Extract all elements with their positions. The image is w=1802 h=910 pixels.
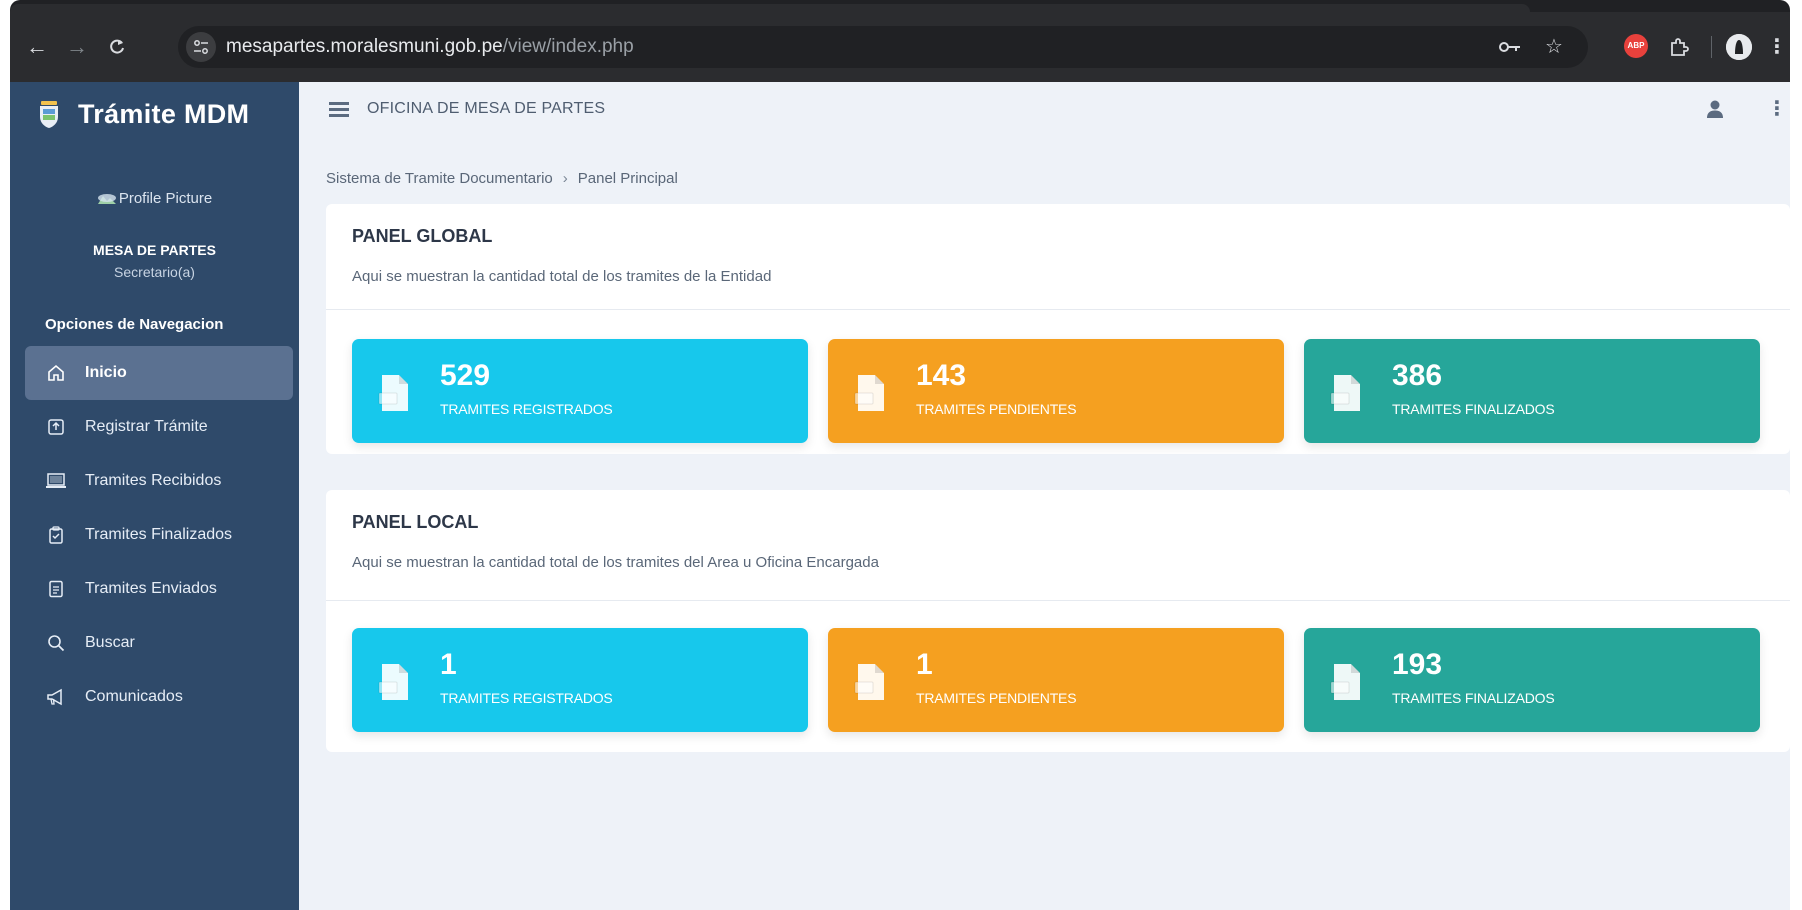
toolbar-separator	[1711, 36, 1712, 58]
sidebar-item-label: Comunicados	[85, 688, 183, 705]
municipal-shield-icon	[40, 101, 58, 128]
browser-active-tab[interactable]	[10, 4, 1530, 12]
browser-toolbar: ← → mesapartes.moralesmuni.gob.pe/view/i…	[10, 12, 1790, 82]
sidebar-item-tramites-enviados[interactable]: Tramites Enviados	[25, 562, 293, 616]
panel-divider	[326, 309, 1790, 310]
url-host: mesapartes.moralesmuni.gob.pe	[226, 36, 503, 57]
laptop-icon	[45, 470, 67, 492]
panel-global: PANEL GLOBAL Aqui se muestran la cantida…	[326, 204, 1790, 454]
sidebar-item-label: Buscar	[85, 634, 135, 651]
url-text[interactable]: mesapartes.moralesmuni.gob.pe/view/index…	[226, 36, 634, 58]
profile-avatar-icon[interactable]	[1726, 34, 1752, 60]
panel-local-description: Aqui se muestran la cantidad total de lo…	[352, 554, 879, 571]
sidebar-item-tramites-finalizados[interactable]: Tramites Finalizados	[25, 508, 293, 562]
sidebar-nav: Inicio Registrar Trámite Tramites Recibi…	[25, 346, 293, 724]
panel-global-title: PANEL GLOBAL	[352, 226, 493, 246]
url-path: /view/index.php	[502, 36, 634, 57]
sidebar-item-registrar-tramite[interactable]: Registrar Trámite	[25, 400, 293, 454]
stat-card-registrados[interactable]: 529 TRAMITES REGISTRADOS	[352, 339, 808, 443]
stat-card-pendientes[interactable]: 1 TRAMITES PENDIENTES	[828, 628, 1284, 732]
sidebar-item-label: Inicio	[85, 364, 127, 381]
doc-file-icon	[1330, 664, 1360, 700]
extensions-puzzle-icon[interactable]	[1666, 34, 1692, 60]
back-icon[interactable]: ←	[22, 32, 52, 62]
document-icon	[45, 578, 67, 600]
search-icon	[45, 632, 67, 654]
stat-count: 1	[916, 648, 933, 681]
breadcrumb-separator: ›	[562, 170, 568, 187]
nav-section-title: Opciones de Navegacion	[45, 316, 224, 333]
stat-count: 143	[916, 359, 967, 392]
profile-picture-alt: Profile Picture	[118, 190, 213, 207]
site-info-icon[interactable]	[186, 32, 216, 62]
page-header-title: OFICINA DE MESA DE PARTES	[367, 100, 606, 117]
stat-count: 386	[1392, 359, 1443, 392]
panel-local-title: PANEL LOCAL	[352, 512, 479, 532]
upload-box-icon	[45, 416, 67, 438]
sidebar: Trámite MDM Profile Picture MESA DE PART…	[10, 82, 299, 910]
browser-menu-icon[interactable]: ⋮	[1764, 34, 1790, 60]
more-options-icon[interactable]: ⋮	[1767, 96, 1787, 122]
stat-card-finalizados[interactable]: 193 TRAMITES FINALIZADOS	[1304, 628, 1760, 732]
stat-label: TRAMITES PENDIENTES	[916, 690, 1077, 706]
hamburger-menu-icon[interactable]	[329, 102, 349, 118]
address-bar[interactable]: mesapartes.moralesmuni.gob.pe/view/index…	[178, 26, 1588, 68]
breadcrumb-root[interactable]: Sistema de Tramite Documentario	[326, 170, 553, 187]
home-icon	[45, 362, 67, 384]
sidebar-item-label: Tramites Recibidos	[85, 472, 222, 489]
doc-file-icon	[378, 664, 408, 700]
sidebar-item-buscar[interactable]: Buscar	[25, 616, 293, 670]
stat-card-finalizados[interactable]: 386 TRAMITES FINALIZADOS	[1304, 339, 1760, 443]
doc-file-icon	[378, 375, 408, 411]
sidebar-item-label: Tramites Finalizados	[85, 526, 233, 543]
stat-count: 529	[440, 359, 491, 392]
user-account-icon[interactable]	[1704, 98, 1726, 120]
doc-file-icon	[854, 375, 884, 411]
panel-local: PANEL LOCAL Aqui se muestran la cantidad…	[326, 490, 1790, 752]
stat-label: TRAMITES FINALIZADOS	[1392, 401, 1555, 417]
panel-global-description: Aqui se muestran la cantidad total de lo…	[352, 268, 772, 285]
adblock-extension-icon[interactable]: ABP	[1624, 34, 1650, 60]
breadcrumb-current: Panel Principal	[577, 170, 678, 187]
sidebar-item-label: Registrar Trámite	[85, 418, 208, 435]
stat-count: 1	[440, 648, 457, 681]
panel-divider	[326, 600, 1790, 601]
sidebar-item-inicio[interactable]: Inicio	[25, 346, 293, 400]
reload-icon[interactable]	[102, 32, 132, 62]
broken-image-icon	[97, 194, 116, 205]
stat-card-registrados[interactable]: 1 TRAMITES REGISTRADOS	[352, 628, 808, 732]
stat-label: TRAMITES REGISTRADOS	[440, 401, 613, 417]
bookmark-star-icon[interactable]: ☆	[1542, 35, 1566, 59]
profile-picture: Profile Picture	[10, 190, 299, 207]
adblock-badge: ABP	[1624, 34, 1648, 58]
stat-label: TRAMITES PENDIENTES	[916, 401, 1077, 417]
sidebar-item-label: Tramites Enviados	[85, 580, 217, 597]
user-role: Secretario(a)	[114, 264, 195, 280]
clipboard-check-icon	[45, 524, 67, 546]
forward-icon[interactable]: →	[62, 32, 92, 62]
stat-card-pendientes[interactable]: 143 TRAMITES PENDIENTES	[828, 339, 1284, 443]
browser-tabstrip-area	[0, 0, 1802, 12]
megaphone-icon	[45, 686, 67, 708]
breadcrumb: Sistema de Tramite Documentario › Panel Pr…	[326, 170, 678, 187]
stat-label: TRAMITES REGISTRADOS	[440, 690, 613, 706]
password-key-icon[interactable]	[1498, 35, 1522, 59]
doc-file-icon	[854, 664, 884, 700]
brand[interactable]: Trámite MDM	[38, 94, 249, 134]
browser-tabstrip	[10, 0, 1790, 12]
sidebar-item-tramites-recibidos[interactable]: Tramites Recibidos	[25, 454, 293, 508]
brand-name: Trámite MDM	[78, 98, 250, 129]
stat-count: 193	[1392, 648, 1443, 681]
topbar: OFICINA DE MESA DE PARTES ⋮	[299, 82, 1790, 140]
sidebar-item-comunicados[interactable]: Comunicados	[25, 670, 293, 724]
doc-file-icon	[1330, 375, 1360, 411]
user-name: MESA DE PARTES	[93, 242, 216, 258]
stat-label: TRAMITES FINALIZADOS	[1392, 690, 1555, 706]
